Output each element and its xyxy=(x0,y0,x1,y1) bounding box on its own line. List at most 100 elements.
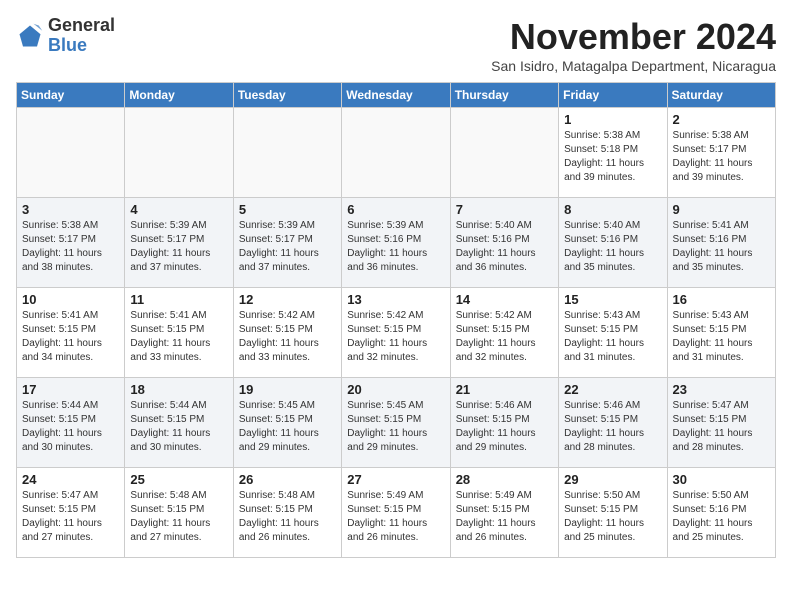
day-number: 17 xyxy=(22,382,119,397)
day-number: 12 xyxy=(239,292,336,307)
weekday-header-sunday: Sunday xyxy=(17,83,125,108)
day-number: 24 xyxy=(22,472,119,487)
calendar-cell: 5Sunrise: 5:39 AM Sunset: 5:17 PM Daylig… xyxy=(233,198,341,288)
calendar-cell: 25Sunrise: 5:48 AM Sunset: 5:15 PM Dayli… xyxy=(125,468,233,558)
day-number: 22 xyxy=(564,382,661,397)
location-subtitle: San Isidro, Matagalpa Department, Nicara… xyxy=(491,58,776,74)
calendar-cell: 17 Sunrise: 5:44 AM Sunset: 5:15 PM Dayli… xyxy=(17,378,125,468)
weekday-header-friday: Friday xyxy=(559,83,667,108)
day-info: Sunrise: 5:47 AM Sunset: 5:15 PM Dayligh… xyxy=(22,489,119,545)
calendar-cell: 27 Sunrise: 5:49 AM Sunset: 5:15 PM Dayli… xyxy=(342,468,450,558)
day-info: Sunrise: 5:39 AM Sunset: 5:16 PM Dayligh… xyxy=(347,219,444,275)
calendar-cell: 2Sunrise: 5:38 AM Sunset: 5:17 PM Daylig… xyxy=(667,108,775,198)
calendar-cell: 1 Sunrise: 5:38 AM Sunset: 5:18 PM Daylig… xyxy=(559,108,667,198)
logo: General Blue xyxy=(16,16,115,56)
day-info: Sunrise: 5:40 AM Sunset: 5:16 PM Dayligh… xyxy=(456,219,553,275)
calendar-cell: 29 Sunrise: 5:50 AM Sunset: 5:15 PM Dayli… xyxy=(559,468,667,558)
calendar-cell: 23Sunrise: 5:47 AM Sunset: 5:15 PM Dayli… xyxy=(667,378,775,468)
day-number: 30 xyxy=(673,472,770,487)
day-number: 27 xyxy=(347,472,444,487)
day-info: Sunrise: 5:41 AM Sunset: 5:16 PM Dayligh… xyxy=(673,219,770,275)
day-number: 29 xyxy=(564,472,661,487)
calendar-cell: 13 Sunrise: 5:42 AM Sunset: 5:15 PM Dayli… xyxy=(342,288,450,378)
calendar-cell xyxy=(125,108,233,198)
calendar-week-row: 24 Sunrise: 5:47 AM Sunset: 5:15 PM Dayli… xyxy=(17,468,776,558)
calendar-cell: 10 Sunrise: 5:41 AM Sunset: 5:15 PM Dayli… xyxy=(17,288,125,378)
day-info: Sunrise: 5:46 AM Sunset: 5:15 PM Dayligh… xyxy=(456,399,553,455)
day-number: 9 xyxy=(673,202,770,217)
day-info: Sunrise: 5:50 AM Sunset: 5:15 PM Dayligh… xyxy=(564,489,661,545)
calendar-week-row: 3 Sunrise: 5:38 AM Sunset: 5:17 PM Daylig… xyxy=(17,198,776,288)
calendar-table: SundayMondayTuesdayWednesdayThursdayFrid… xyxy=(16,82,776,558)
calendar-cell: 24 Sunrise: 5:47 AM Sunset: 5:15 PM Dayli… xyxy=(17,468,125,558)
calendar-cell: 21 Sunrise: 5:46 AM Sunset: 5:15 PM Dayli… xyxy=(450,378,558,468)
day-info: Sunrise: 5:50 AM Sunset: 5:16 PM Dayligh… xyxy=(673,489,770,545)
day-number: 28 xyxy=(456,472,553,487)
calendar-cell: 30 Sunrise: 5:50 AM Sunset: 5:16 PM Dayli… xyxy=(667,468,775,558)
day-number: 15 xyxy=(564,292,661,307)
calendar-cell: 7 Sunrise: 5:40 AM Sunset: 5:16 PM Daylig… xyxy=(450,198,558,288)
calendar-cell: 22Sunrise: 5:46 AM Sunset: 5:15 PM Dayli… xyxy=(559,378,667,468)
calendar-week-row: 17 Sunrise: 5:44 AM Sunset: 5:15 PM Dayli… xyxy=(17,378,776,468)
day-number: 26 xyxy=(239,472,336,487)
day-number: 8 xyxy=(564,202,661,217)
day-info: Sunrise: 5:42 AM Sunset: 5:15 PM Dayligh… xyxy=(347,309,444,365)
day-number: 21 xyxy=(456,382,553,397)
day-number: 19 xyxy=(239,382,336,397)
calendar-cell: 14Sunrise: 5:42 AM Sunset: 5:15 PM Dayli… xyxy=(450,288,558,378)
day-number: 16 xyxy=(673,292,770,307)
day-info: Sunrise: 5:48 AM Sunset: 5:15 PM Dayligh… xyxy=(239,489,336,545)
calendar-cell: 3 Sunrise: 5:38 AM Sunset: 5:17 PM Daylig… xyxy=(17,198,125,288)
weekday-header-tuesday: Tuesday xyxy=(233,83,341,108)
day-number: 20 xyxy=(347,382,444,397)
day-info: Sunrise: 5:45 AM Sunset: 5:15 PM Dayligh… xyxy=(347,399,444,455)
day-info: Sunrise: 5:42 AM Sunset: 5:15 PM Dayligh… xyxy=(456,309,553,365)
calendar-cell: 26 Sunrise: 5:48 AM Sunset: 5:15 PM Dayli… xyxy=(233,468,341,558)
weekday-header-saturday: Saturday xyxy=(667,83,775,108)
weekday-header-thursday: Thursday xyxy=(450,83,558,108)
day-info: Sunrise: 5:42 AM Sunset: 5:15 PM Dayligh… xyxy=(239,309,336,365)
day-info: Sunrise: 5:39 AM Sunset: 5:17 PM Dayligh… xyxy=(130,219,227,275)
day-number: 7 xyxy=(456,202,553,217)
day-number: 2 xyxy=(673,112,770,127)
day-number: 10 xyxy=(22,292,119,307)
day-info: Sunrise: 5:41 AM Sunset: 5:15 PM Dayligh… xyxy=(22,309,119,365)
day-info: Sunrise: 5:43 AM Sunset: 5:15 PM Dayligh… xyxy=(564,309,661,365)
day-info: Sunrise: 5:38 AM Sunset: 5:17 PM Dayligh… xyxy=(22,219,119,275)
day-number: 18 xyxy=(130,382,227,397)
calendar-cell xyxy=(342,108,450,198)
calendar-cell: 8 Sunrise: 5:40 AM Sunset: 5:16 PM Daylig… xyxy=(559,198,667,288)
calendar-week-row: 1 Sunrise: 5:38 AM Sunset: 5:18 PM Daylig… xyxy=(17,108,776,198)
month-title: November 2024 xyxy=(491,16,776,58)
day-number: 4 xyxy=(130,202,227,217)
calendar-cell: 18Sunrise: 5:44 AM Sunset: 5:15 PM Dayli… xyxy=(125,378,233,468)
day-info: Sunrise: 5:39 AM Sunset: 5:17 PM Dayligh… xyxy=(239,219,336,275)
day-info: Sunrise: 5:48 AM Sunset: 5:15 PM Dayligh… xyxy=(130,489,227,545)
calendar-cell xyxy=(17,108,125,198)
weekday-header-monday: Monday xyxy=(125,83,233,108)
day-number: 1 xyxy=(564,112,661,127)
day-number: 3 xyxy=(22,202,119,217)
day-info: Sunrise: 5:49 AM Sunset: 5:15 PM Dayligh… xyxy=(347,489,444,545)
calendar-cell: 20 Sunrise: 5:45 AM Sunset: 5:15 PM Dayli… xyxy=(342,378,450,468)
day-number: 11 xyxy=(130,292,227,307)
calendar-week-row: 10 Sunrise: 5:41 AM Sunset: 5:15 PM Dayli… xyxy=(17,288,776,378)
title-block: November 2024 San Isidro, Matagalpa Depa… xyxy=(491,16,776,74)
day-number: 6 xyxy=(347,202,444,217)
calendar-cell: 4 Sunrise: 5:39 AM Sunset: 5:17 PM Daylig… xyxy=(125,198,233,288)
page-header: General Blue November 2024 San Isidro, M… xyxy=(16,16,776,74)
day-info: Sunrise: 5:47 AM Sunset: 5:15 PM Dayligh… xyxy=(673,399,770,455)
day-number: 13 xyxy=(347,292,444,307)
calendar-cell: 9 Sunrise: 5:41 AM Sunset: 5:16 PM Daylig… xyxy=(667,198,775,288)
logo-icon xyxy=(16,22,44,50)
day-info: Sunrise: 5:49 AM Sunset: 5:15 PM Dayligh… xyxy=(456,489,553,545)
weekday-header-wednesday: Wednesday xyxy=(342,83,450,108)
calendar-cell: 16 Sunrise: 5:43 AM Sunset: 5:15 PM Dayli… xyxy=(667,288,775,378)
day-info: Sunrise: 5:38 AM Sunset: 5:18 PM Dayligh… xyxy=(564,129,661,185)
calendar-cell: 12 Sunrise: 5:42 AM Sunset: 5:15 PM Dayli… xyxy=(233,288,341,378)
calendar-cell xyxy=(233,108,341,198)
day-info: Sunrise: 5:44 AM Sunset: 5:15 PM Dayligh… xyxy=(22,399,119,455)
day-info: Sunrise: 5:40 AM Sunset: 5:16 PM Dayligh… xyxy=(564,219,661,275)
day-info: Sunrise: 5:43 AM Sunset: 5:15 PM Dayligh… xyxy=(673,309,770,365)
day-info: Sunrise: 5:45 AM Sunset: 5:15 PM Dayligh… xyxy=(239,399,336,455)
